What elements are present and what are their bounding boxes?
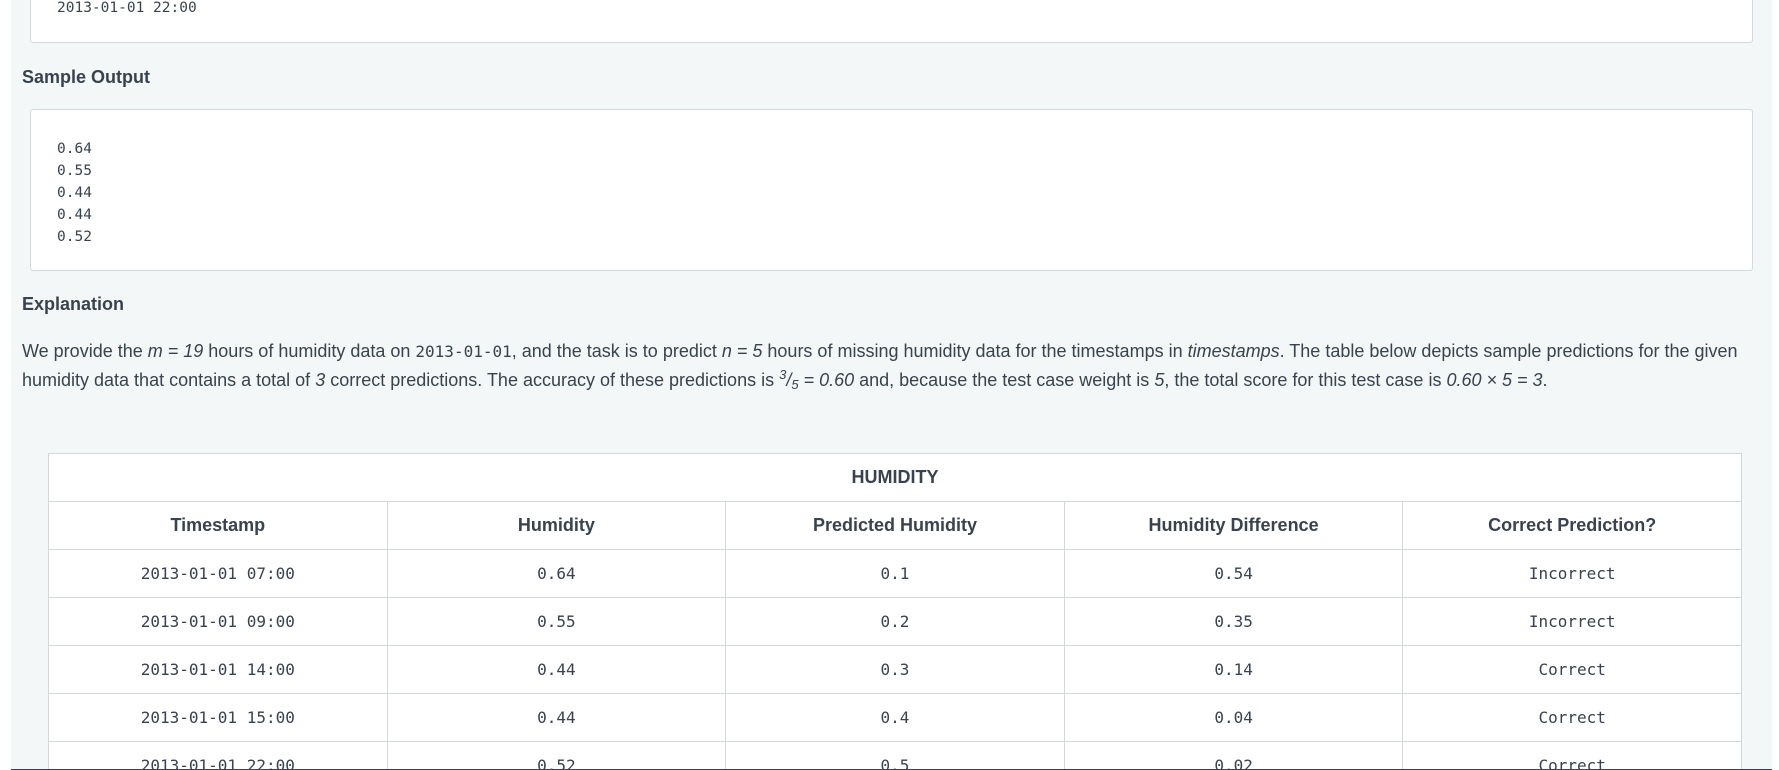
table-cell: 0.4	[725, 693, 1065, 742]
table-cell: 0.52	[386, 741, 727, 769]
table-cell: 0.04	[1063, 693, 1404, 742]
table-row: 2013-01-01 22:00 0.52 0.5 0.02 Correct	[48, 741, 1742, 769]
output-line: 0.52	[57, 229, 92, 245]
output-line: 0.44	[57, 207, 92, 223]
math-weight: 5	[1154, 370, 1165, 390]
text: , and the task is to predict	[511, 341, 722, 361]
table-cell: 2013-01-01 07:00	[48, 549, 388, 598]
table-cell: 2013-01-01 15:00	[48, 693, 388, 742]
table-cell: 0.54	[1063, 549, 1404, 598]
output-line: 0.44	[57, 185, 92, 201]
math-n: n = 5	[721, 341, 763, 361]
sample-output-box: 0.64 0.55 0.44 0.44 0.52	[30, 109, 1753, 271]
text: correct predictions. The accuracy of the…	[325, 370, 780, 390]
table-cell: Correct	[1402, 693, 1742, 742]
text: .	[1542, 370, 1548, 390]
text: , the total score for this test case is	[1164, 370, 1447, 390]
table-header-row: Timestamp Humidity Predicted Humidity Hu…	[48, 501, 1742, 550]
humidity-table: HUMIDITY Timestamp Humidity Predicted Hu…	[48, 453, 1742, 769]
code-line: 2013-01-01 22:00	[57, 0, 197, 16]
text: hours of missing humidity data for the t…	[762, 341, 1188, 361]
problem-panel: 2013-01-01 22:00 Sample Output 0.64 0.55…	[11, 0, 1772, 770]
column-header: Timestamp	[48, 501, 388, 550]
sample-output-heading: Sample Output	[22, 67, 151, 87]
table-cell: 0.35	[1063, 597, 1404, 646]
table-cell: 0.64	[386, 549, 727, 598]
math-m: m = 19	[147, 341, 204, 361]
math-accuracy: = 0.60	[798, 370, 855, 390]
table-cell: 0.44	[386, 693, 727, 742]
column-header: Humidity	[386, 501, 727, 550]
column-header: Humidity Difference	[1063, 501, 1404, 550]
table-row: 2013-01-01 15:00 0.44 0.4 0.04 Correct	[48, 693, 1742, 742]
table-cell: 0.3	[725, 645, 1065, 694]
table-title: HUMIDITY	[48, 453, 1742, 502]
table-cell: 0.5	[725, 741, 1065, 769]
table-cell: 0.2	[725, 597, 1065, 646]
table-row: 2013-01-01 07:00 0.64 0.1 0.54 Incorrect	[48, 549, 1742, 598]
table-row: 2013-01-01 09:00 0.55 0.2 0.35 Incorrect	[48, 597, 1742, 646]
table-cell: 0.14	[1063, 645, 1404, 694]
output-line: 0.55	[57, 163, 92, 179]
viewport: 2013-01-01 22:00 Sample Output 0.64 0.55…	[0, 0, 1779, 770]
table-cell: 2013-01-01 09:00	[48, 597, 388, 646]
text: and, because the test case weight is	[854, 370, 1155, 390]
fraction-denominator: 5	[791, 377, 799, 392]
table-cell: 2013-01-01 14:00	[48, 645, 388, 694]
table-cell: 0.02	[1063, 741, 1404, 769]
output-lines: 0.64 0.55 0.44 0.44 0.52	[57, 138, 92, 248]
text: hours of humidity data on	[203, 341, 416, 361]
table-cell: Incorrect	[1402, 549, 1742, 598]
table-cell: 2013-01-01 22:00	[48, 741, 388, 769]
math-score: 0.60 × 5 = 3	[1446, 370, 1543, 390]
column-header: Correct Prediction?	[1402, 501, 1742, 550]
table-cell: 0.44	[386, 645, 727, 694]
column-header: Predicted Humidity	[725, 501, 1065, 550]
term-timestamps: timestamps	[1187, 341, 1280, 361]
table-title-row: HUMIDITY	[48, 453, 1742, 502]
text: We provide the	[22, 341, 148, 361]
table-row: 2013-01-01 14:00 0.44 0.3 0.14 Correct	[48, 645, 1742, 694]
explanation-paragraph: We provide the m = 19 hours of humidity …	[22, 337, 1762, 396]
fraction-numerator: 3	[779, 367, 787, 382]
table-cell: Correct	[1402, 645, 1742, 694]
math-three: 3	[315, 370, 326, 390]
table-cell: 0.55	[386, 597, 727, 646]
explanation-heading: Explanation	[22, 294, 125, 314]
sample-input-box: 2013-01-01 22:00	[30, 0, 1753, 43]
output-line: 0.64	[57, 141, 92, 157]
table-cell: Incorrect	[1402, 597, 1742, 646]
table-cell: 0.1	[725, 549, 1065, 598]
table-cell: Correct	[1402, 741, 1742, 769]
inline-code: 2013-01-01	[415, 342, 512, 361]
